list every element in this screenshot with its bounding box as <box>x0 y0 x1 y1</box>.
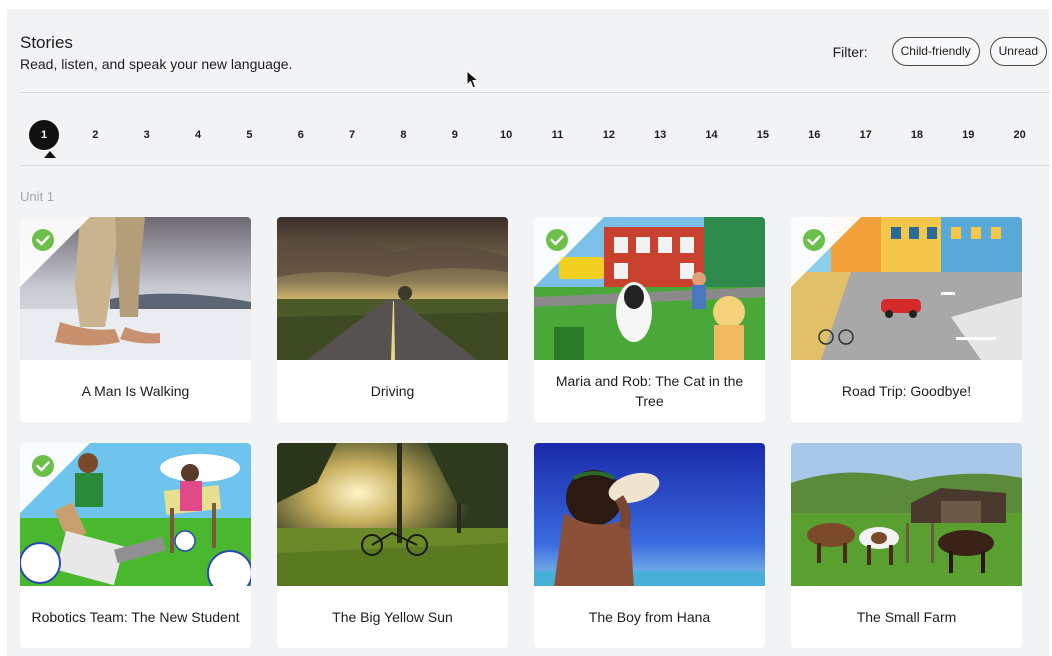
story-title: The Small Farm <box>856 609 957 625</box>
story-image-road-sunset <box>277 217 508 360</box>
story-card-the-boy-from-hana[interactable]: The Boy from Hana <box>534 443 765 648</box>
filter-label: Filter: <box>832 43 868 60</box>
page-16[interactable]: 16 <box>799 120 829 150</box>
page-18[interactable]: 18 <box>902 120 932 150</box>
story-title: Robotics Team: The New Student <box>31 609 240 625</box>
mouse-cursor-icon <box>466 70 480 89</box>
page-14[interactable]: 14 <box>697 120 727 150</box>
story-card-a-man-is-walking[interactable]: A Man Is Walking <box>20 217 251 422</box>
page-17[interactable]: 17 <box>851 120 881 150</box>
completed-check-icon <box>20 217 90 287</box>
stories-panel: Stories Read, listen, and speak your new… <box>7 9 1050 656</box>
header: Stories Read, listen, and speak your new… <box>20 33 292 72</box>
page-19[interactable]: 19 <box>953 120 983 150</box>
divider-top <box>20 92 1050 93</box>
filter-chip-child-friendly[interactable]: Child-friendly <box>891 37 980 66</box>
story-image-park-bicycle <box>277 443 508 586</box>
completed-check-icon <box>791 217 861 287</box>
divider-bottom <box>20 165 1050 166</box>
page-12[interactable]: 12 <box>594 120 624 150</box>
page-7[interactable]: 7 <box>337 120 367 150</box>
filter-bar: Filter: Child-friendly Unread <box>833 37 1047 66</box>
story-title: Maria and Rob: The Cat in the Tree <box>555 373 744 409</box>
story-card-road-trip-goodbye[interactable]: Road Trip: Goodbye! <box>791 217 1022 422</box>
story-title: Road Trip: Goodbye! <box>841 383 972 399</box>
active-page-caret-icon <box>44 151 56 158</box>
story-title: The Boy from Hana <box>588 609 711 625</box>
page-1[interactable]: 1 <box>29 120 59 150</box>
page-5[interactable]: 5 <box>234 120 264 150</box>
page-4[interactable]: 4 <box>183 120 213 150</box>
story-title: The Big Yellow Sun <box>332 609 453 625</box>
filter-chip-unread[interactable]: Unread <box>989 37 1047 66</box>
story-card-robotics-team[interactable]: Robotics Team: The New Student <box>20 443 251 648</box>
story-card-driving[interactable]: Driving <box>277 217 508 422</box>
page-title: Stories <box>20 33 73 52</box>
story-card-the-small-farm[interactable]: The Small Farm <box>791 443 1022 648</box>
page-3[interactable]: 3 <box>132 120 162 150</box>
story-image-boy-conch-shell <box>534 443 765 586</box>
story-image-cows-farm <box>791 443 1022 586</box>
page-20[interactable]: 20 <box>1005 120 1035 150</box>
unit-pagination: 1 2 3 4 5 6 7 8 9 10 11 12 13 14 15 16 17 18 19 20 <box>20 113 1050 163</box>
page-11[interactable]: 11 <box>543 120 573 150</box>
story-title: A Man Is Walking <box>81 383 190 399</box>
page-6[interactable]: 6 <box>286 120 316 150</box>
story-title: Driving <box>370 383 415 399</box>
story-card-maria-and-rob[interactable]: Maria and Rob: The Cat in the Tree <box>534 217 765 422</box>
page-8[interactable]: 8 <box>388 120 418 150</box>
page-13[interactable]: 13 <box>645 120 675 150</box>
completed-check-icon <box>20 443 90 513</box>
page-10[interactable]: 10 <box>491 120 521 150</box>
page-15[interactable]: 15 <box>748 120 778 150</box>
page-9[interactable]: 9 <box>440 120 470 150</box>
page-2[interactable]: 2 <box>80 120 110 150</box>
story-card-the-big-yellow-sun[interactable]: The Big Yellow Sun <box>277 443 508 648</box>
unit-label: Unit 1 <box>20 189 54 204</box>
page-subtitle: Read, listen, and speak your new languag… <box>20 56 293 72</box>
completed-check-icon <box>534 217 604 287</box>
